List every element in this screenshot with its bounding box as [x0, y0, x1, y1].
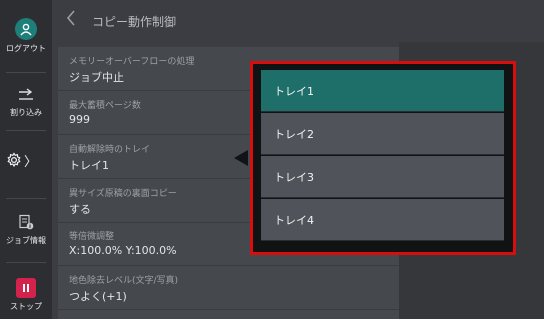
interrupt-icon — [16, 88, 36, 104]
setting-label: 最大蓄積ページ数 — [69, 101, 141, 111]
setting-value: トレイ1 — [69, 159, 109, 172]
stop-button[interactable]: ストップ — [0, 278, 52, 312]
side-rail: ログアウト 割り込み 〉 ジョブ情報 ストップ — [0, 0, 52, 319]
setting-label: 等倍微調整 — [69, 232, 115, 242]
setting-label: 自動解除時のトレイ — [69, 145, 151, 155]
chevron-left-icon[interactable] — [66, 10, 76, 31]
tray-option-label: トレイ4 — [274, 213, 314, 227]
gear-icon — [6, 151, 22, 170]
setting-value: ジョブ中止 — [69, 71, 124, 84]
job-info-button[interactable]: ジョブ情報 — [0, 214, 52, 246]
interrupt-label: 割り込み — [10, 108, 42, 117]
tray-option-label: トレイ2 — [274, 127, 314, 141]
page-title: コピー動作制御 — [92, 15, 177, 29]
setting-label: 地色除去レベル(文字/写真) — [69, 276, 179, 286]
interrupt-button[interactable]: 割り込み — [0, 88, 52, 118]
setting-value: 999 — [69, 113, 90, 126]
tray-select-popup: トレイ1 トレイ2 トレイ3 トレイ4 — [250, 61, 516, 255]
setting-value: する — [69, 203, 91, 216]
setting-value: つよく(+1) — [69, 290, 127, 303]
job-info-icon — [18, 214, 34, 232]
tray-option-label: トレイ1 — [274, 84, 314, 98]
tray-option[interactable]: トレイ2 — [261, 113, 504, 155]
job-info-label: ジョブ情報 — [6, 236, 46, 245]
stop-icon — [16, 278, 36, 298]
tray-option[interactable]: トレイ4 — [261, 199, 504, 241]
setting-label: メモリーオーバーフローの処理 — [69, 57, 195, 67]
popup-pointer — [234, 150, 248, 166]
setting-value: X:100.0% Y:100.0% — [69, 244, 177, 257]
stop-label: ストップ — [10, 302, 42, 311]
logout-label: ログアウト — [6, 44, 46, 53]
tray-option[interactable]: トレイ1 — [261, 70, 504, 112]
chevron-right-icon: 〉 — [24, 155, 38, 170]
tray-option[interactable]: トレイ3 — [261, 156, 504, 198]
settings-row[interactable]: 地色除去レベル(文字/写真) つよく(+1) — [58, 266, 399, 310]
tray-option-label: トレイ3 — [274, 170, 314, 184]
logout-button[interactable]: ログアウト — [0, 18, 52, 54]
setting-label: 異サイズ原稿の裏面コピー — [69, 189, 177, 199]
settings-button[interactable]: 〉 — [0, 151, 52, 170]
user-icon — [15, 18, 37, 40]
